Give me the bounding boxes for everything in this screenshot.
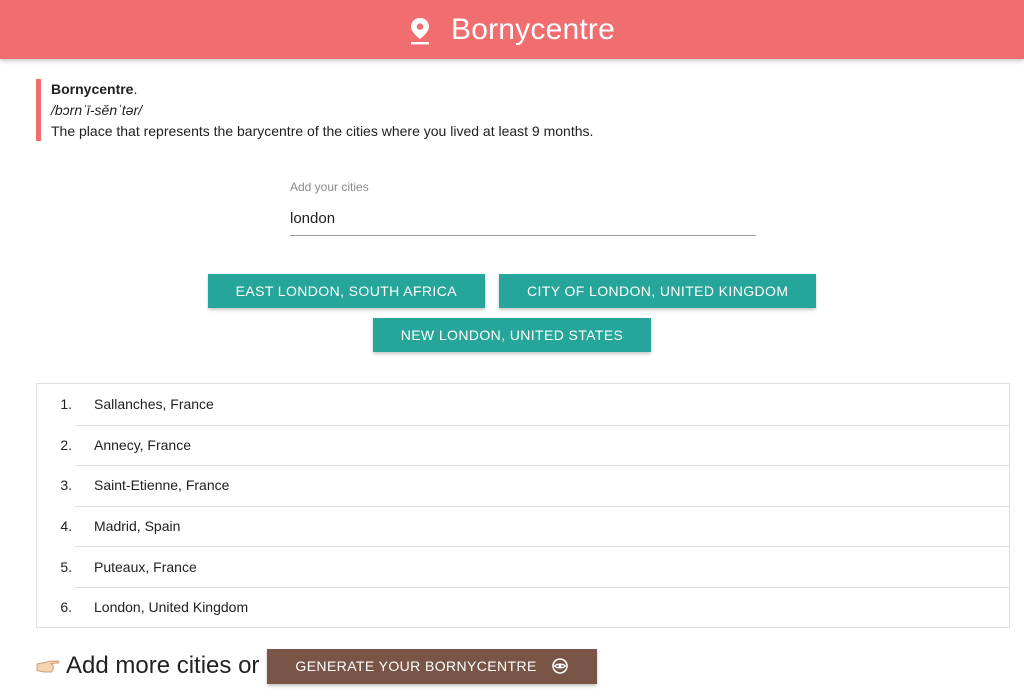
list-item: 3. Saint-Etienne, France — [37, 465, 1009, 506]
suggestion-row: EAST LONDON, SOUTH AFRICA CITY OF LONDON… — [0, 274, 1024, 308]
location-pin-icon — [411, 17, 430, 44]
list-item-number: 5. — [60, 558, 72, 575]
list-item: 5. Puteaux, France — [37, 546, 1009, 587]
eye-icon — [551, 658, 568, 674]
list-item-city: Sallanches, France — [94, 396, 214, 413]
city-search-label: Add your cities — [290, 180, 369, 194]
suggestion-east-london-button[interactable]: EAST LONDON, SOUTH AFRICA — [207, 274, 485, 308]
list-item-city: Annecy, France — [94, 436, 192, 453]
list-item-city: London, United Kingdom — [94, 599, 249, 616]
list-item: 2. Annecy, France — [37, 424, 1009, 466]
footer-row: Add more cities or GENERATE YOUR BORNYCE… — [36, 648, 597, 684]
app-header: Bornycentre — [0, 0, 1024, 59]
suggestion-row: NEW LONDON, UNITED STATES — [0, 318, 1024, 352]
suggestion-new-london-button[interactable]: NEW LONDON, UNITED STATES — [372, 318, 652, 352]
list-item-number: 3. — [60, 477, 72, 494]
definition-punctuation: . — [133, 81, 138, 97]
list-item-city: Madrid, Spain — [94, 518, 181, 535]
footer-text: Add more cities or — [66, 652, 260, 679]
list-item-city: Saint-Etienne, France — [94, 477, 230, 494]
list-item: 6. London, United Kingdom — [37, 586, 1009, 628]
list-item-number: 2. — [60, 436, 72, 453]
suggestions: EAST LONDON, SOUTH AFRICA CITY OF LONDON… — [0, 274, 1024, 362]
city-search: Add your cities — [290, 180, 756, 237]
list-item: 1. Sallanches, France — [37, 384, 1009, 425]
definition-term: Bornycentre — [51, 81, 134, 97]
generate-button-label: GENERATE YOUR BORNYCENTRE — [295, 658, 537, 674]
generate-bornycentre-button[interactable]: GENERATE YOUR BORNYCENTRE — [267, 648, 597, 684]
city-list: 1. Sallanches, France 2. Annecy, France … — [36, 383, 1010, 628]
definition-pronunciation: /bɔrnˈī-sĕnˈtər/ — [51, 102, 143, 118]
pointing-hand-icon — [36, 660, 60, 673]
app-title: Bornycentre — [451, 12, 615, 46]
list-item-number: 1. — [60, 396, 72, 413]
definition-term-line: Bornycentre. — [51, 79, 996, 100]
list-item-city: Puteaux, France — [94, 558, 197, 575]
city-search-input[interactable] — [290, 202, 756, 236]
definition-block: Bornycentre. /bɔrnˈī-sĕnˈtər/ The place … — [36, 79, 996, 141]
suggestion-city-of-london-button[interactable]: CITY OF LONDON, UNITED KINGDOM — [498, 274, 817, 308]
list-item-number: 4. — [60, 518, 72, 535]
list-item: 4. Madrid, Spain — [37, 505, 1009, 547]
list-item-number: 6. — [60, 599, 72, 616]
definition-text: The place that represents the barycentre… — [51, 123, 594, 139]
